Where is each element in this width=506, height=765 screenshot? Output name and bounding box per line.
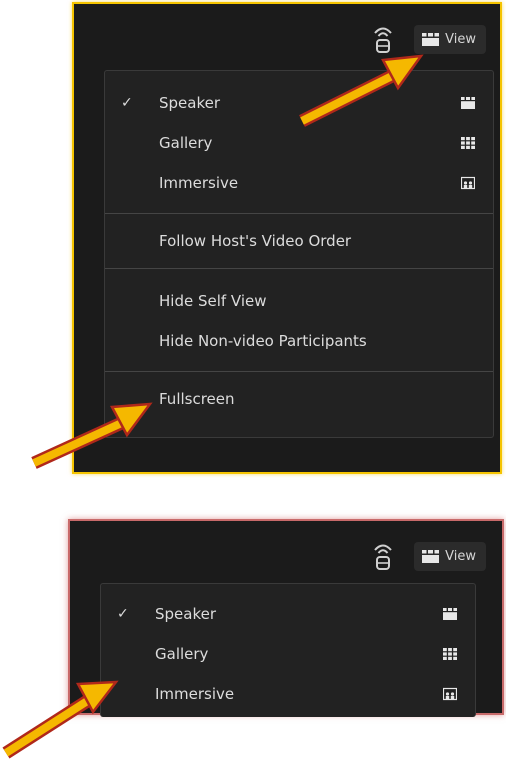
annotation-arrows (2, 54, 424, 759)
arrow-to-view-button (299, 54, 424, 127)
arrow-to-immersive (2, 680, 119, 759)
arrow-to-fullscreen (31, 402, 153, 469)
